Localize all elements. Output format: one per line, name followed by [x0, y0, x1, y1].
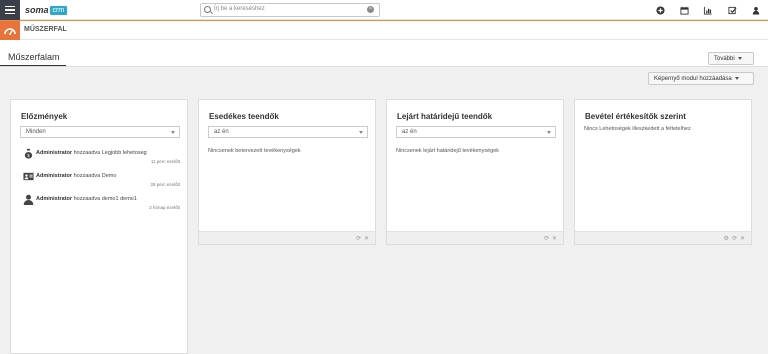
empty-message: Nincs Lehetoségek illeszkedett a feltete… — [584, 126, 691, 132]
user-icon[interactable] — [749, 4, 763, 16]
empty-message: Nincsenek lejárt határidejű tevékenysége… — [396, 148, 500, 154]
revenue-card: Bevétel értékesítők szerint Nincs Leheto… — [574, 99, 752, 245]
top-bar: soma crm Írj be a kereséshez × — [0, 0, 768, 20]
history-action: hozzaadva Demo — [73, 173, 117, 179]
history-user[interactable]: Administrator — [36, 150, 72, 156]
menu-icon[interactable] — [0, 0, 20, 20]
search-icon — [204, 6, 211, 13]
chevron-down-icon — [737, 57, 742, 60]
contact-card-icon — [23, 172, 34, 181]
settings-icon[interactable]: ⚙ — [724, 235, 729, 242]
money-bag-icon: $ — [24, 148, 33, 159]
search-input[interactable]: Írj be a kereséshez × — [200, 3, 380, 17]
history-user[interactable]: Administrator — [36, 173, 72, 179]
page-title[interactable]: Műszerfalam — [8, 52, 60, 62]
card-footer: ⟳ ✕ — [387, 231, 563, 244]
svg-text:$: $ — [27, 153, 30, 159]
select-value: Minden — [26, 129, 46, 135]
add-module-button[interactable]: Képernyő modul hozzáadása — [648, 72, 754, 85]
close-icon[interactable]: ✕ — [740, 235, 745, 242]
history-text: Administrator hozzaadva demo1 demo1 — [36, 196, 137, 202]
logo-text-primary: soma — [25, 5, 49, 15]
overdue-tasks-filter-select[interactable]: az én — [396, 126, 556, 138]
overdue-tasks-card: Lejárt határidejű teendők az én Nincsene… — [386, 99, 564, 245]
search-placeholder: Írj be a kereséshez — [214, 6, 265, 12]
list-item: Administrator hozzaadva demo1 demo1 2 hó… — [23, 194, 180, 214]
logo[interactable]: soma crm — [25, 4, 68, 16]
add-icon[interactable] — [653, 4, 667, 16]
person-icon — [23, 194, 34, 205]
close-icon[interactable]: ✕ — [552, 235, 557, 242]
chevron-down-icon — [359, 131, 363, 134]
module-title: MŰSZERFAL — [24, 26, 67, 33]
history-filter-select[interactable]: Minden — [20, 126, 180, 138]
refresh-icon[interactable]: ⟳ — [544, 235, 549, 242]
card-footer: ⚙ ⟳ ✕ — [575, 231, 751, 244]
more-button[interactable]: További — [708, 52, 754, 65]
page-header: Műszerfalam — [0, 40, 768, 67]
history-text: Administrator hozzaadva Legjobb lehetose… — [36, 150, 147, 156]
due-tasks-filter-select[interactable]: az én — [208, 126, 368, 138]
list-item: Administrator hozzaadva Demo 28 perc eze… — [23, 171, 180, 191]
history-action: hozzaadva Legjobb lehetoseg — [73, 150, 147, 156]
refresh-icon[interactable]: ⟳ — [356, 235, 361, 242]
due-tasks-card: Esedékes teendők az én Nincsenek beterve… — [198, 99, 376, 245]
card-title: Lejárt határidejű teendők — [397, 112, 493, 121]
chevron-down-icon — [171, 131, 175, 134]
tasks-icon[interactable] — [725, 4, 739, 16]
card-title: Bevétel értékesítők szerint — [585, 112, 686, 121]
refresh-icon[interactable]: ⟳ — [732, 235, 737, 242]
close-icon[interactable]: ✕ — [364, 235, 369, 242]
toolbar — [653, 4, 763, 16]
history-card: Előzmények Minden $ Administrator hozzaa… — [10, 99, 188, 354]
history-time: 28 perc ezelőtt — [150, 182, 180, 187]
more-button-label: További — [714, 55, 735, 62]
history-text: Administrator hozzaadva Demo — [36, 173, 116, 179]
divider — [0, 66, 768, 67]
dashboard-icon[interactable] — [0, 21, 20, 40]
card-title: Előzmények — [21, 112, 68, 121]
select-value: az én — [402, 129, 417, 135]
chevron-down-icon — [547, 131, 551, 134]
card-footer: ⟳ ✕ — [199, 231, 375, 244]
history-time: 11 perc ezelőtt — [150, 159, 180, 164]
logo-text-secondary: crm — [49, 5, 68, 15]
chart-icon[interactable] — [701, 4, 715, 16]
chevron-down-icon — [734, 77, 739, 80]
clear-icon[interactable]: × — [367, 6, 374, 13]
history-user[interactable]: Administrator — [36, 196, 72, 202]
module-bar: MŰSZERFAL — [0, 20, 768, 40]
calendar-icon[interactable] — [677, 4, 691, 16]
empty-message: Nincsenek betervezett tevékenységek — [208, 148, 301, 154]
card-title: Esedékes teendők — [209, 112, 279, 121]
list-item: $ Administrator hozzaadva Legjobb leheto… — [23, 148, 180, 168]
history-time: 2 hónap ezelőtt — [149, 205, 180, 210]
add-module-label: Képernyő modul hozzáadása — [654, 75, 732, 82]
history-action: hozzaadva demo1 demo1 — [73, 196, 137, 202]
select-value: az én — [214, 129, 229, 135]
